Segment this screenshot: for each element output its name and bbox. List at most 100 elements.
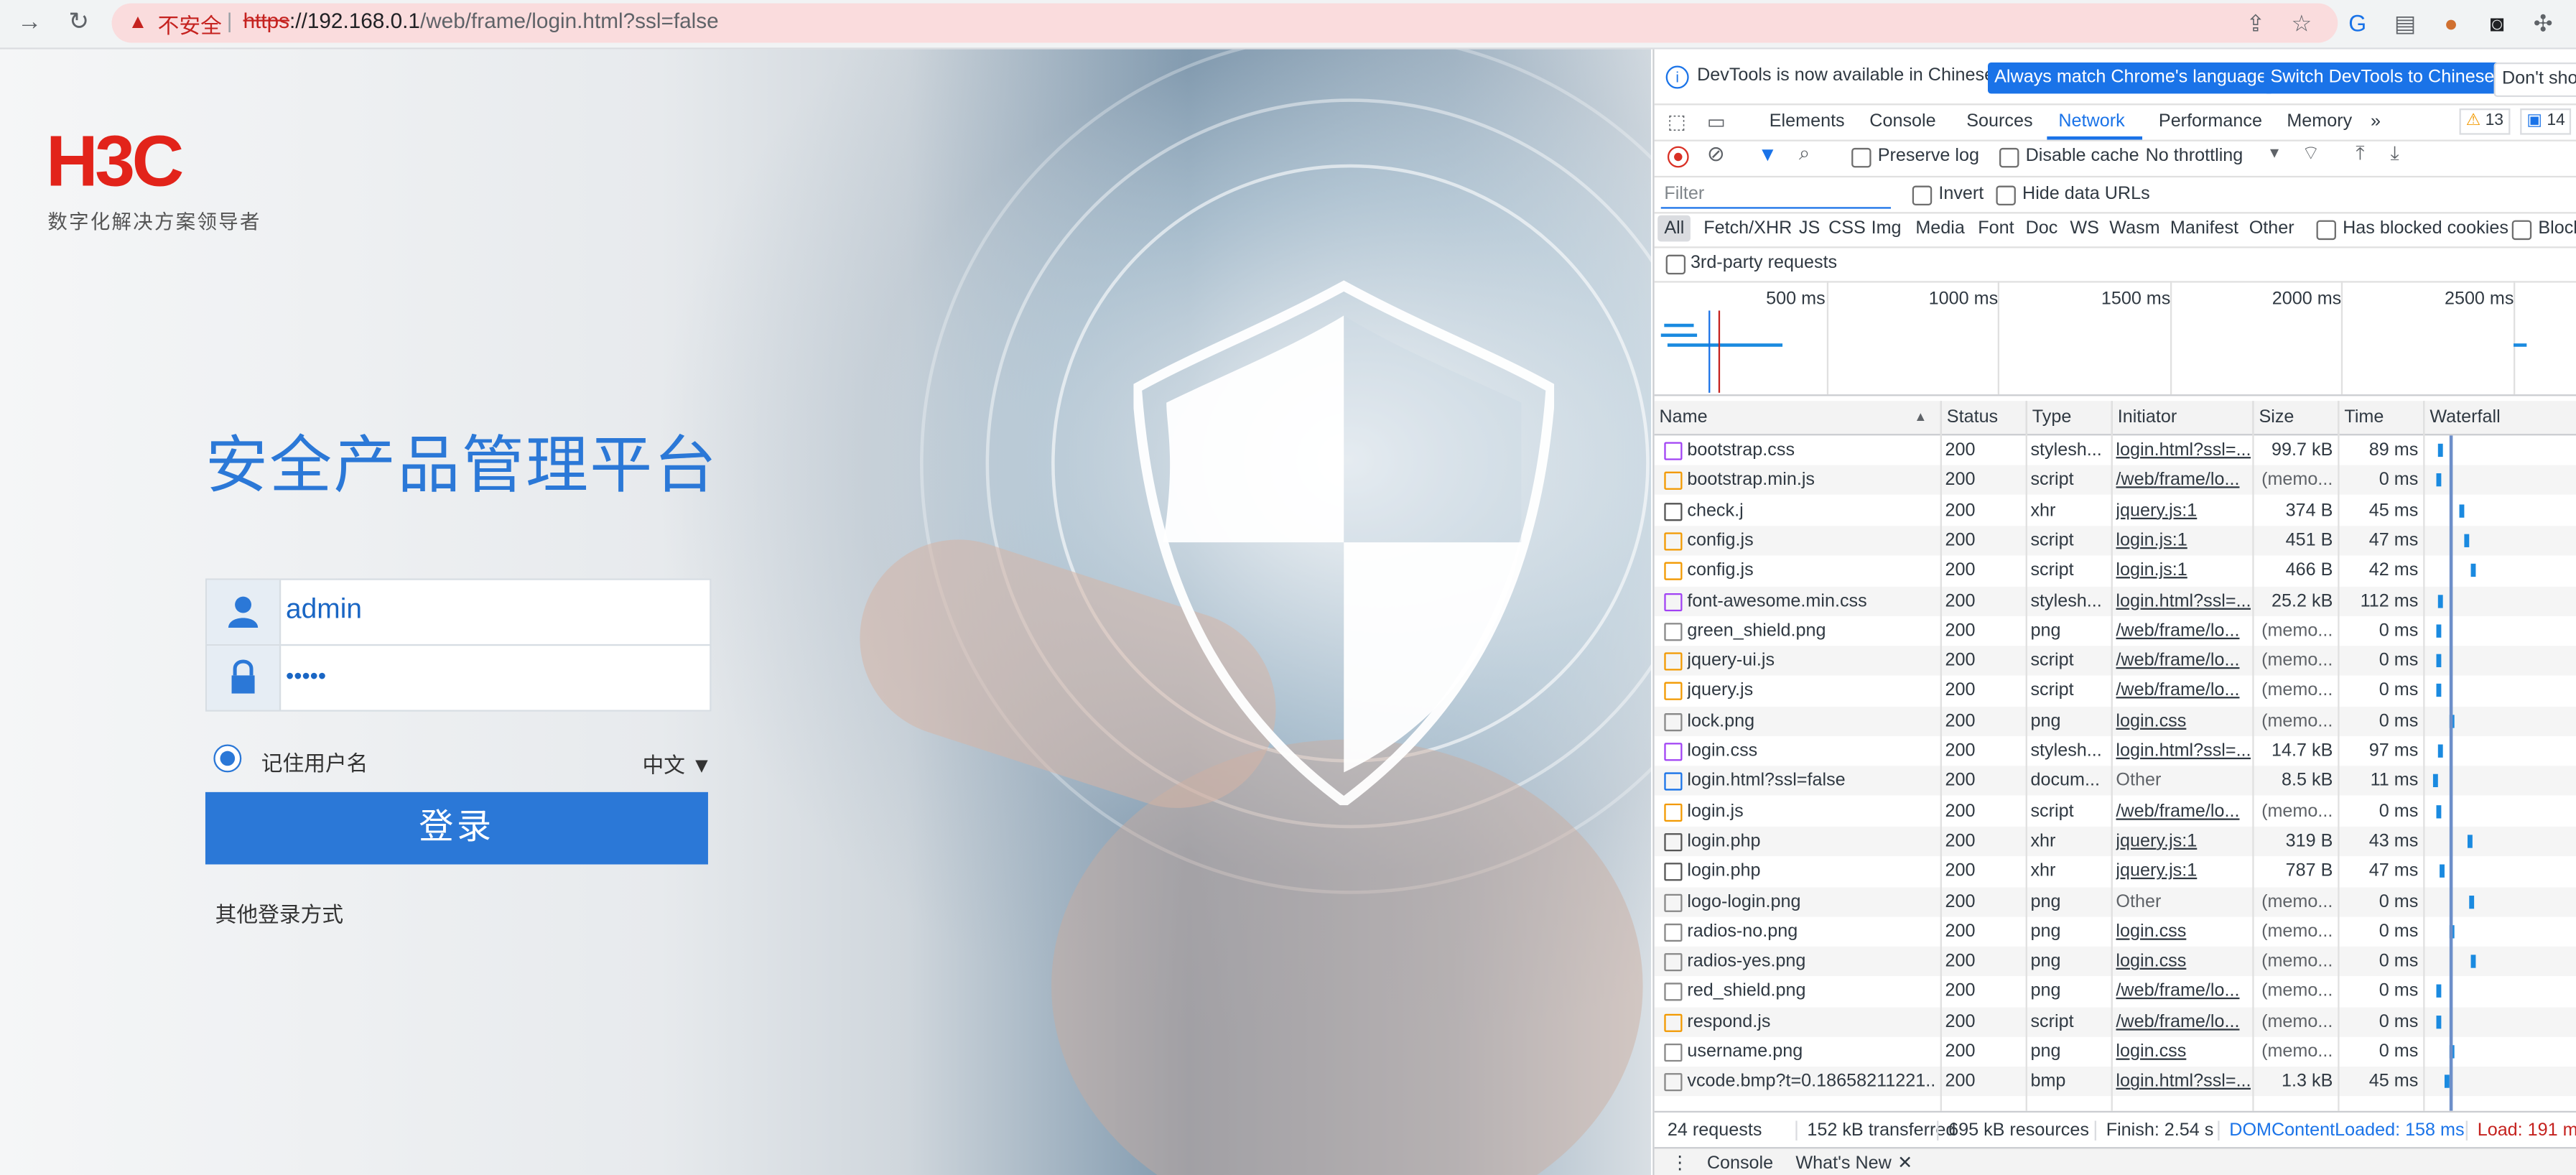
drawer-tab-console[interactable]: Console bbox=[1707, 1153, 1773, 1173]
cell-initiator[interactable]: login.html?ssl=... bbox=[2116, 435, 2251, 465]
cell-initiator[interactable]: /web/frame/lo... bbox=[2116, 1007, 2251, 1036]
forward-icon[interactable]: → bbox=[13, 8, 46, 37]
table-row[interactable]: login.html?ssl=false 200 docum... Other 8.5 … bbox=[1654, 766, 2576, 797]
warnings-badge[interactable]: ⚠ 13 bbox=[2459, 108, 2511, 135]
cell-initiator[interactable]: Other bbox=[2116, 886, 2251, 916]
col-waterfall[interactable]: Waterfall bbox=[2423, 401, 2576, 435]
tab-sources[interactable]: Sources bbox=[1966, 112, 2032, 131]
type-ws[interactable]: WS bbox=[2070, 218, 2099, 238]
table-row[interactable]: vcode.bmp?t=0.18658211221... 200 bmp login.… bbox=[1654, 1067, 2576, 1097]
remember-username-radio[interactable] bbox=[213, 744, 242, 773]
table-row[interactable]: username.png 200 png login.css (memo... 0 ms bbox=[1655, 1037, 2576, 1067]
extension-reader-icon[interactable]: ▤ bbox=[2390, 8, 2419, 37]
cell-initiator[interactable]: /web/frame/lo... bbox=[2116, 797, 2251, 826]
type-fetch-xhr[interactable]: Fetch/XHR bbox=[1703, 218, 1792, 238]
other-login-link[interactable]: 其他登录方式 bbox=[215, 897, 343, 928]
cell-initiator[interactable]: login.html?ssl=... bbox=[2116, 1067, 2251, 1097]
blocked-cookies-checkbox[interactable] bbox=[2316, 220, 2336, 241]
table-row[interactable]: check.j 200 xhr jquery.js:1 374 B 45 ms bbox=[1655, 496, 2576, 525]
not-secure-label[interactable]: 不安全 bbox=[158, 8, 222, 39]
table-row[interactable]: green_shield.png 200 png/web/frame/lo... (m… bbox=[1655, 616, 2576, 646]
translate-icon[interactable]: G bbox=[2343, 8, 2372, 37]
tab-performance[interactable]: Performance bbox=[2159, 112, 2262, 131]
table-row[interactable]: respond.js 200 script/web/frame/lo... (memo… bbox=[1654, 1006, 2576, 1037]
username-field[interactable]: admin bbox=[205, 578, 712, 646]
username-value[interactable]: admin bbox=[286, 593, 362, 626]
type-all[interactable]: All bbox=[1657, 215, 1691, 242]
cell-initiator[interactable]: /web/frame/lo... bbox=[2116, 676, 2251, 705]
filter-input[interactable]: Filter bbox=[1660, 181, 1892, 209]
close-icon[interactable]: ✕ bbox=[1897, 1152, 1912, 1173]
import-har-icon[interactable]: ⤒ bbox=[2356, 141, 2364, 166]
network-overview[interactable]: 500 ms 1000 ms 1500 ms 2000 ms 2500 ms bbox=[1654, 281, 2576, 396]
network-conditions-icon[interactable]: ⌔ bbox=[2302, 141, 2320, 166]
warning-icon[interactable]: ▲ bbox=[128, 10, 147, 33]
col-time[interactable]: Time bbox=[2338, 401, 2423, 435]
preserve-log-checkbox[interactable] bbox=[1851, 147, 1871, 168]
cell-initiator[interactable]: login.css bbox=[2116, 916, 2251, 946]
bookmark-star-icon[interactable]: ☆ bbox=[2287, 8, 2316, 37]
cell-initiator[interactable]: /web/frame/lo... bbox=[2116, 646, 2251, 675]
cell-initiator[interactable]: jquery.js:1 bbox=[2116, 827, 2251, 856]
cell-initiator[interactable]: login.css bbox=[2116, 947, 2251, 976]
extensions-puzzle-icon[interactable]: ✣ bbox=[2529, 8, 2558, 37]
cell-initiator[interactable]: Other bbox=[2116, 766, 2251, 796]
type-wasm[interactable]: Wasm bbox=[2109, 218, 2159, 238]
chevron-down-icon[interactable]: ▼ bbox=[2267, 144, 2282, 161]
type-img[interactable]: Img bbox=[1871, 218, 1902, 238]
share-icon[interactable]: ⇪ bbox=[2241, 8, 2270, 37]
throttling-select[interactable]: No throttling bbox=[2146, 147, 2243, 166]
password-field[interactable]: ••••• bbox=[205, 644, 712, 712]
cell-initiator[interactable]: jquery.js:1 bbox=[2116, 857, 2251, 886]
device-toolbar-icon[interactable]: ▭ bbox=[1707, 110, 1726, 133]
tab-memory[interactable]: Memory bbox=[2287, 112, 2352, 131]
type-js[interactable]: JS bbox=[1799, 218, 1820, 238]
record-icon[interactable] bbox=[1667, 146, 1689, 168]
switch-to-chinese-button[interactable]: Switch DevTools to Chinese bbox=[2264, 62, 2501, 94]
table-row[interactable]: login.php 200 xhr jquery.js:1 787 B 47 ms bbox=[1655, 857, 2576, 886]
third-party-checkbox[interactable] bbox=[1665, 254, 1686, 275]
blocked-requests-checkbox[interactable] bbox=[2511, 220, 2532, 241]
table-row[interactable]: config.js 200 script login.js:1 466 B 42 ms bbox=[1655, 556, 2576, 585]
filter-icon[interactable]: ▼ bbox=[1758, 143, 1777, 166]
always-match-language-button[interactable]: Always match Chrome's language bbox=[1987, 62, 2274, 94]
type-manifest[interactable]: Manifest bbox=[2170, 218, 2238, 238]
cell-initiator[interactable]: jquery.js:1 bbox=[2116, 496, 2251, 525]
type-other[interactable]: Other bbox=[2249, 218, 2294, 238]
table-row[interactable]: jquery.js 200 script/web/frame/lo... (memo.… bbox=[1655, 676, 2576, 705]
cell-initiator[interactable]: login.css bbox=[2116, 706, 2251, 735]
language-select[interactable]: 中文 ▼ bbox=[642, 748, 712, 779]
extension-mask-icon[interactable]: ◙ bbox=[2483, 8, 2512, 37]
drawer-tab-whats-new[interactable]: What's New bbox=[1795, 1153, 1891, 1173]
table-row[interactable]: bootstrap.css 200 stylesh... login.html?ssl… bbox=[1655, 435, 2576, 465]
search-icon[interactable]: ⌕ bbox=[1799, 141, 1810, 166]
type-font[interactable]: Font bbox=[1978, 218, 2014, 238]
tab-network[interactable]: Network bbox=[2058, 112, 2124, 131]
remember-username-label[interactable]: 记住用户名 bbox=[261, 746, 368, 777]
col-size[interactable]: Size bbox=[2252, 401, 2338, 435]
cell-initiator[interactable]: /web/frame/lo... bbox=[2116, 977, 2251, 1006]
export-har-icon[interactable]: ⤓ bbox=[2390, 141, 2399, 166]
disable-cache-checkbox[interactable] bbox=[1999, 147, 2019, 168]
cell-initiator[interactable]: /web/frame/lo... bbox=[2116, 465, 2251, 495]
cell-initiator[interactable]: login.html?ssl=... bbox=[2116, 586, 2251, 616]
drawer-menu-icon[interactable]: ⋮ bbox=[1670, 1152, 1688, 1173]
cell-initiator[interactable]: login.js:1 bbox=[2116, 526, 2251, 555]
table-row[interactable]: lock.png 200 png login.css (memo... 0 ms bbox=[1654, 706, 2576, 736]
table-row[interactable]: bootstrap.min.js 200 script/web/frame/lo..… bbox=[1654, 465, 2576, 496]
table-row[interactable]: jquery-ui.js 200 script/web/frame/lo... (me… bbox=[1654, 646, 2576, 676]
more-tabs-icon[interactable]: » bbox=[2371, 112, 2381, 131]
messages-badge[interactable]: ▣ 14 bbox=[2520, 108, 2572, 135]
table-row[interactable]: font-awesome.min.css 200 stylesh... login.h… bbox=[1654, 585, 2576, 616]
table-row[interactable]: radios-yes.png 200 png login.css (memo... 0 m… bbox=[1654, 947, 2576, 977]
cell-initiator[interactable]: login.html?ssl=... bbox=[2116, 736, 2251, 766]
col-type[interactable]: Type bbox=[2025, 401, 2111, 435]
table-row[interactable]: login.css 200 stylesh... login.html?ssl=...… bbox=[1655, 736, 2576, 766]
table-row[interactable]: login.js 200 script/web/frame/lo... (memo..… bbox=[1655, 797, 2576, 826]
table-row[interactable]: radios-no.png 200 png login.css (memo... 0 ms bbox=[1655, 916, 2576, 946]
col-initiator[interactable]: Initiator bbox=[2111, 401, 2253, 435]
tab-console[interactable]: Console bbox=[1869, 112, 1935, 131]
tab-elements[interactable]: Elements bbox=[1770, 112, 1845, 131]
table-row[interactable]: red_shield.png 200 png/web/frame/lo... (mem… bbox=[1655, 977, 2576, 1006]
url-text[interactable]: https://192.168.0.1/web/frame/login.html… bbox=[243, 8, 719, 32]
